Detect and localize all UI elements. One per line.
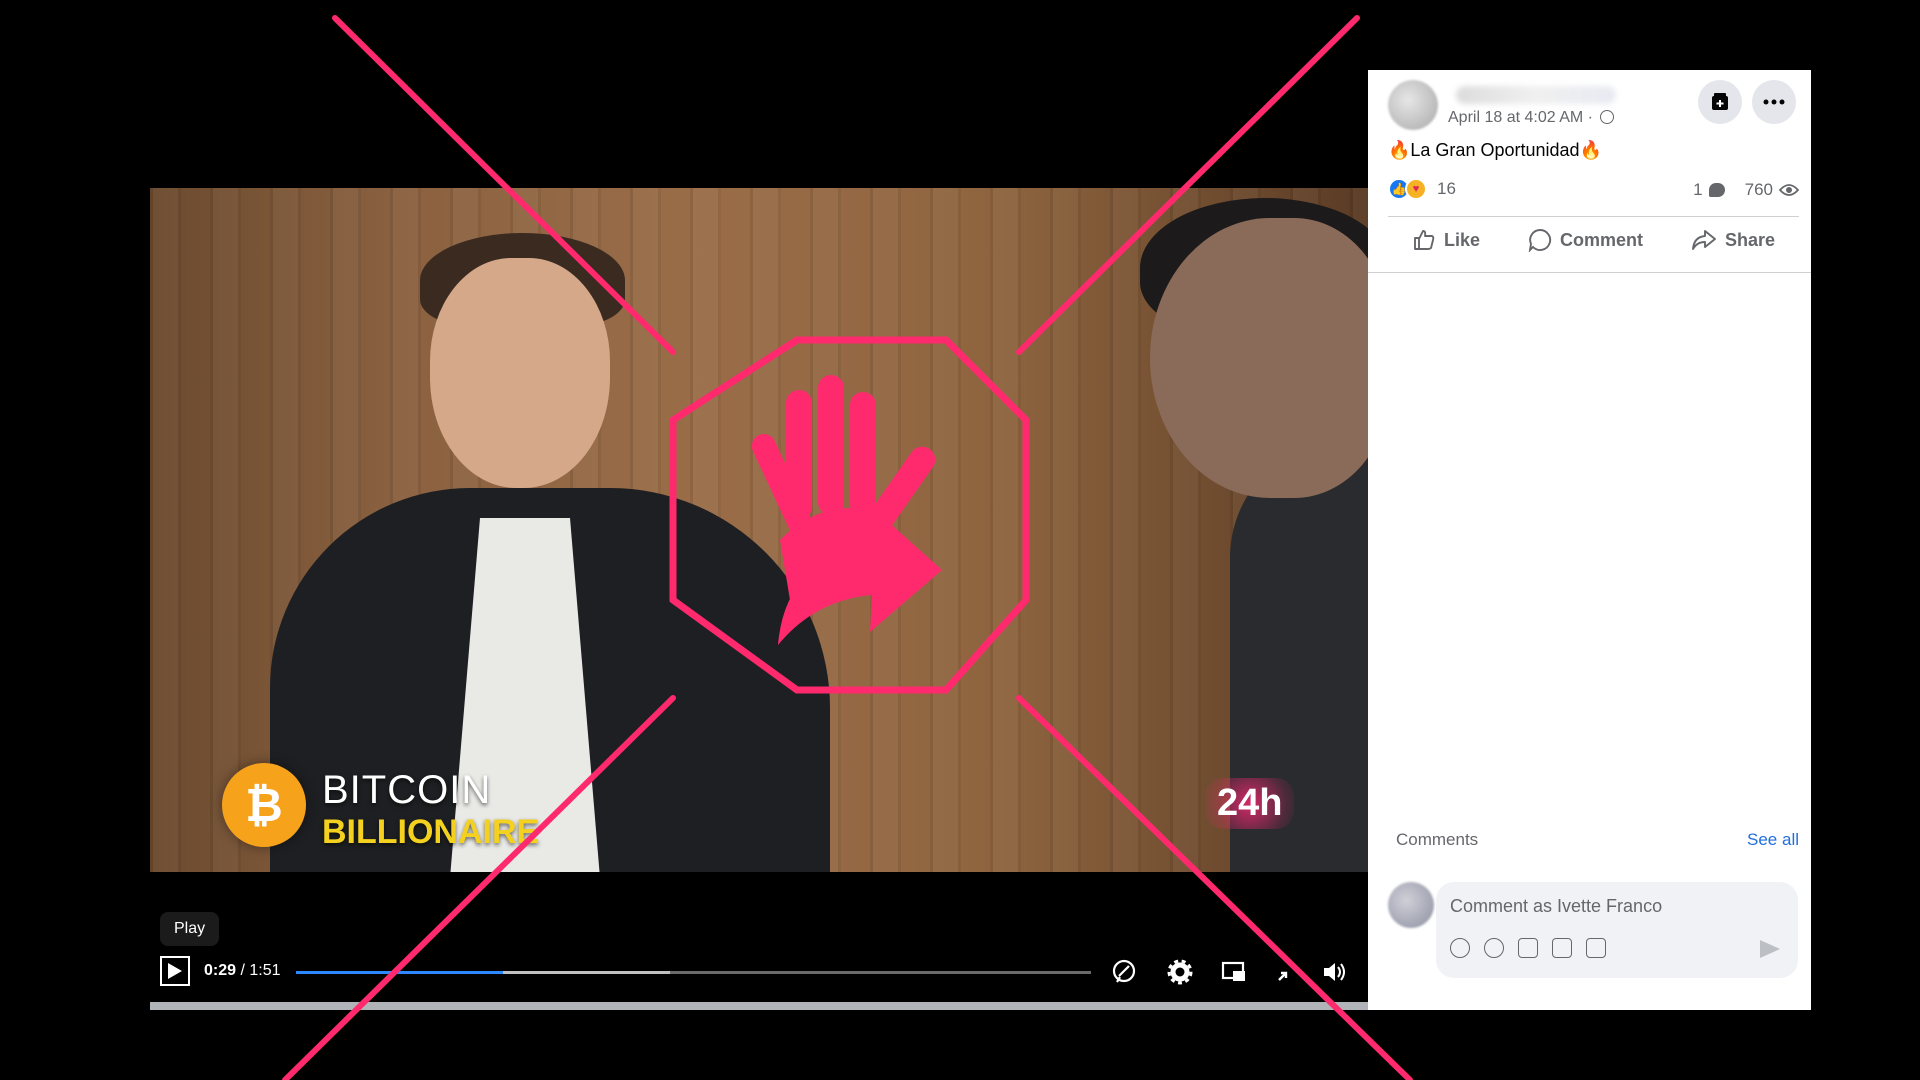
comment-count[interactable]: 1 [1693,180,1702,200]
more-icon [1763,99,1785,105]
progress-played [296,971,503,974]
time-separator: / [236,962,250,979]
globe-icon [1600,110,1615,124]
player-bottom-bar [150,1002,1368,1010]
post-actions: Like Comment Share [1388,218,1799,262]
settings-icon[interactable] [1166,958,1194,986]
share-button[interactable]: Share [1691,228,1775,252]
like-label: Like [1443,229,1481,250]
pip-icon[interactable] [1220,958,1248,986]
reaction-count: 16 [1437,179,1456,198]
stats-divider [1388,216,1799,217]
save-button[interactable] [1698,80,1742,124]
share-icon [1692,230,1716,250]
view-count: 760 [1744,180,1773,199]
commenter-avatar [1388,882,1434,928]
video-controls: 0:29 / 1:51 [150,952,1368,996]
brand-overlay-line1: BITCOIN [322,768,492,812]
channel-logo: 24h [1205,778,1295,829]
comment-input[interactable]: Comment as Ivette Franco [1436,882,1798,978]
send-icon[interactable] [1760,940,1780,958]
eye-icon [1779,184,1799,196]
play-icon [168,963,182,979]
reactions-summary[interactable]: 👍 ♥ 16 [1388,178,1456,200]
post-timestamp-text: April 18 at 4:02 AM · [1448,109,1593,126]
actions-divider [1368,272,1811,273]
time-display: 0:29 / 1:51 [204,962,281,980]
captions-icon[interactable] [1110,958,1138,986]
author-name-blurred[interactable] [1456,86,1616,104]
exit-fullscreen-icon[interactable] [1274,958,1302,986]
comment-bubble-icon [1708,183,1725,197]
post-text: 🔥La Gran Oportunidad🔥 [1388,140,1602,160]
post-panel: April 18 at 4:02 AM · 🔥La Gran Oportunid… [1368,70,1811,1010]
video-player[interactable]: ₿ BITCOIN BILLIONAIRE 24h Play 0:29 / 1:… [150,70,1368,1010]
comment-tools [1450,938,1606,958]
comment-placeholder: Comment as Ivette Franco [1450,896,1663,916]
video-frame[interactable]: ₿ BITCOIN BILLIONAIRE 24h [150,188,1368,872]
camera-icon[interactable] [1518,938,1538,958]
thumbs-up-icon [1414,230,1435,250]
sticker-icon[interactable] [1586,938,1606,958]
share-label: Share [1724,229,1775,250]
progress-bar[interactable] [296,971,1091,974]
post-stats: 1 760 [1693,180,1799,200]
comment-label: Comment [1559,229,1643,250]
bitcoin-logo-icon: ₿ [222,763,306,847]
play-tooltip: Play [160,912,220,946]
gif-icon[interactable] [1552,938,1572,958]
like-button[interactable]: Like [1412,228,1480,252]
post-timestamp[interactable]: April 18 at 4:02 AM · [1448,109,1615,127]
emoji-icon[interactable] [1484,938,1504,958]
play-button[interactable] [160,956,190,986]
comment-icon [1528,229,1552,252]
volume-icon[interactable] [1320,958,1348,986]
save-icon [1712,93,1728,110]
comments-heading: Comments [1396,830,1479,849]
care-reaction-icon: ♥ [1405,178,1427,200]
speaker-left-head [430,258,610,488]
time-current: 0:29 [204,962,237,979]
more-options-button[interactable] [1752,80,1796,124]
time-total: 1:51 [249,962,281,979]
see-all-link[interactable]: See all [1747,830,1799,850]
author-avatar[interactable] [1388,80,1438,130]
avatar-sticker-icon[interactable] [1450,938,1470,958]
brand-overlay-line2: BILLIONAIRE [322,813,540,851]
comment-button[interactable]: Comment [1528,228,1643,252]
